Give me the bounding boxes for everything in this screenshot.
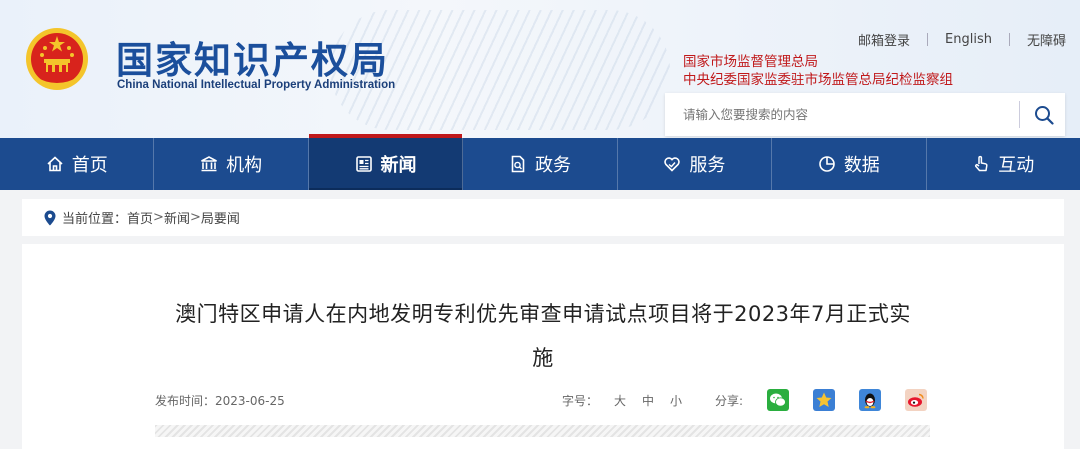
nav-label: 首页	[71, 155, 108, 176]
breadcrumb-prefix: 当前位置：	[62, 212, 128, 227]
agency-link-samr[interactable]: 国家市场监督管理总局	[683, 50, 818, 70]
location-pin-icon	[44, 210, 56, 225]
main-nav: 首页 机构 新闻 政务 服务 数据 互动	[0, 134, 1080, 190]
institution-icon	[201, 156, 218, 172]
wechat-icon[interactable]	[767, 389, 790, 411]
nav-item-government-affairs[interactable]: 政务	[463, 138, 618, 190]
top-link-divider	[1008, 33, 1010, 46]
nav-label: 新闻	[380, 155, 417, 176]
nav-item-data[interactable]: 数据	[772, 138, 927, 190]
article-title-line: 施	[532, 346, 554, 370]
national-emblem-icon	[26, 28, 88, 90]
nav-item-home[interactable]: 首页	[0, 138, 155, 190]
nav-label: 数据	[843, 155, 880, 176]
nav-label: 机构	[226, 155, 263, 176]
search-icon	[1035, 105, 1054, 125]
site-logo-english[interactable]: China National Intellectual Property Adm…	[117, 79, 395, 91]
top-links: 邮箱登录 English 无障碍	[858, 30, 1066, 49]
top-link-divider	[927, 33, 929, 46]
nav-label: 互动	[998, 155, 1035, 176]
share-label: 分享:	[715, 393, 744, 408]
site-logo-chinese[interactable]: 国家知识产权局	[116, 30, 389, 84]
font-size-medium-button[interactable]: 中	[642, 392, 654, 409]
mail-login-link[interactable]: 邮箱登录	[858, 30, 910, 49]
english-link[interactable]: English	[945, 32, 992, 47]
publish-info: 发布时间：2023-06-25	[155, 392, 285, 409]
breadcrumb-item-news[interactable]: 新闻	[164, 208, 190, 227]
font-size-large-button[interactable]: 大	[614, 392, 626, 409]
document-icon	[511, 155, 525, 173]
search-input[interactable]	[665, 93, 1005, 136]
accessibility-link[interactable]: 无障碍	[1027, 30, 1066, 49]
font-size-small-button[interactable]: 小	[670, 392, 682, 409]
weibo-icon[interactable]	[905, 389, 928, 411]
home-icon	[47, 156, 63, 172]
article-title-line: 澳门特区申请人在内地发明专利优先审查申请试点项目将于2023年7月正式实	[175, 302, 911, 326]
search-box	[665, 93, 1065, 136]
agency-link-discipline[interactable]: 中央纪委国家监委驻市场监管总局纪检监察组	[683, 68, 953, 88]
nav-item-institution[interactable]: 机构	[154, 138, 309, 190]
service-heart-icon	[664, 157, 681, 172]
hand-pointer-icon	[975, 155, 988, 172]
share-bar: 分享:	[715, 389, 928, 411]
breadcrumb-item-bureau-news[interactable]: 局要闻	[201, 208, 240, 227]
qq-penguin-icon[interactable]	[859, 389, 882, 411]
search-button[interactable]	[1027, 101, 1061, 128]
news-icon	[355, 156, 372, 172]
pie-chart-icon	[819, 156, 835, 172]
nav-item-news[interactable]: 新闻	[308, 134, 464, 190]
nav-item-service[interactable]: 服务	[618, 138, 773, 190]
qzone-star-icon[interactable]	[813, 389, 836, 411]
article-panel: 澳门特区申请人在内地发明专利优先审查申请试点项目将于2023年7月正式实 施 发…	[22, 244, 1064, 449]
publish-date: 2023-06-25	[215, 394, 285, 408]
nav-label: 服务	[689, 155, 726, 176]
breadcrumb-item-home[interactable]: 首页	[127, 208, 153, 227]
article-title: 澳门特区申请人在内地发明专利优先审查申请试点项目将于2023年7月正式实 施	[132, 292, 954, 380]
breadcrumb: 当前位置： 首页 > 新闻 > 局要闻	[22, 199, 1064, 236]
font-size-label: 字号：	[562, 394, 599, 408]
breadcrumb-separator: >	[189, 210, 201, 225]
breadcrumb-separator: >	[153, 210, 164, 225]
search-divider	[1019, 101, 1020, 128]
site-header: 国家知识产权局 China National Intellectual Prop…	[0, 0, 1080, 138]
publish-label: 发布时间：	[155, 394, 216, 408]
nav-label: 政务	[534, 155, 571, 176]
font-size-controls: 字号： 大 中 小	[562, 392, 682, 409]
nav-item-interaction[interactable]: 互动	[927, 138, 1080, 190]
decorative-divider	[155, 425, 930, 437]
